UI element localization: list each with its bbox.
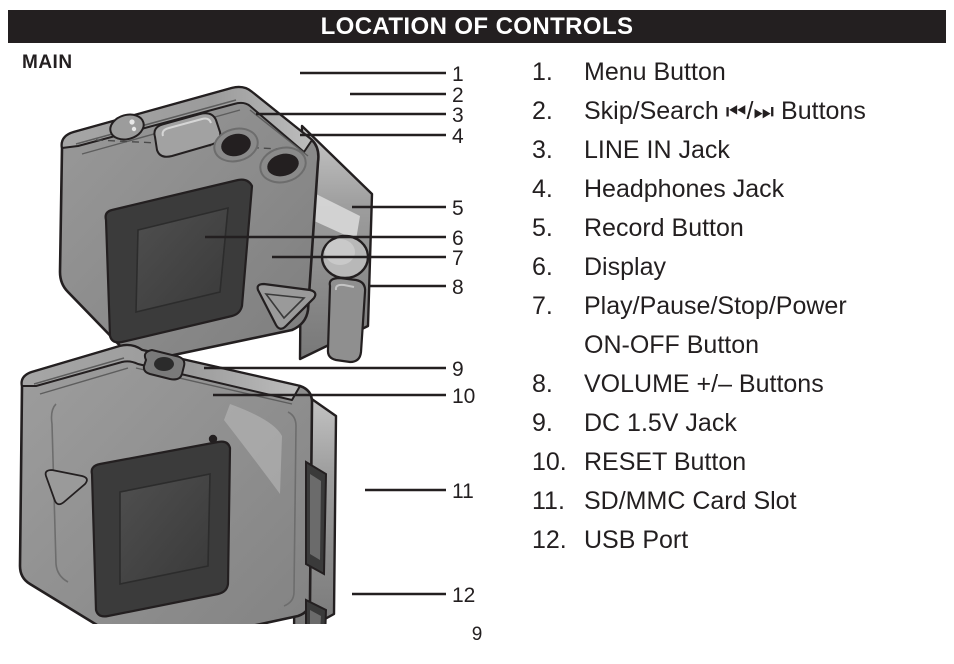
list-item-label: Headphones Jack [584, 175, 785, 203]
callout-number-9: 9 [452, 358, 464, 381]
device-illustration: 1 2 3 4 5 6 7 8 9 10 11 12 [0, 44, 520, 624]
list-item: 11. SD/MMC Card Slot [532, 487, 952, 526]
callout-number-5: 5 [452, 197, 464, 220]
callout-number-7: 7 [452, 247, 464, 270]
skip-search-text-after: Buttons [774, 97, 866, 125]
list-item: 4. Headphones Jack [532, 175, 952, 214]
list-item-label: SD/MMC Card Slot [584, 487, 797, 515]
list-item-label: DC 1.5V Jack [584, 409, 737, 437]
skip-previous-icon: ⏮ [725, 99, 747, 125]
callout-number-12: 12 [452, 584, 476, 607]
list-item-label: Menu Button [584, 58, 726, 86]
list-item-number: 5. [532, 214, 553, 242]
list-item-number: 2. [532, 97, 553, 125]
device-front-view [58, 85, 374, 364]
list-item: 8. VOLUME +/– Buttons [532, 370, 952, 409]
list-item-label-line2: ON-OFF Button [584, 331, 760, 359]
list-item-label: Skip/Search ⏮/⏭ Buttons [584, 97, 866, 126]
list-item-label: USB Port [584, 526, 689, 554]
list-item: 2. Skip/Search ⏮/⏭ Buttons [532, 97, 952, 136]
list-item-number: 4. [532, 175, 553, 203]
controls-list: 1. Menu Button 2. Skip/Search ⏮/⏭ Button… [532, 58, 952, 565]
list-item: 3. LINE IN Jack [532, 136, 952, 175]
callout-number-1: 1 [452, 63, 464, 86]
list-item: 9. DC 1.5V Jack [532, 409, 952, 448]
list-item-number: 11. [532, 487, 565, 515]
callout-number-4: 4 [452, 125, 464, 148]
callout-number-8: 8 [452, 276, 464, 299]
list-item-label: RESET Button [584, 448, 747, 476]
list-item: 10. RESET Button [532, 448, 952, 487]
list-item: 7. Play/Pause/Stop/Power [532, 292, 952, 331]
callout-number-11: 11 [452, 480, 474, 503]
device-rear-view [18, 343, 338, 624]
callout-number-3: 3 [452, 104, 464, 127]
list-item-number: 9. [532, 409, 553, 437]
list-item-label: VOLUME +/– Buttons [584, 370, 824, 398]
list-item-number: 8. [532, 370, 553, 398]
page-title: LOCATION OF CONTROLS [320, 13, 634, 40]
list-item-number: 3. [532, 136, 553, 164]
page-number: 9 [471, 624, 483, 645]
list-item-number: 10. [532, 448, 567, 476]
list-item: 12. USB Port [532, 526, 952, 565]
list-item: 5. Record Button [532, 214, 952, 253]
list-item-number: 1. [532, 58, 553, 86]
list-item-continuation: ON-OFF Button [532, 331, 952, 370]
volume-buttons [326, 276, 367, 364]
list-item: 6. Display [532, 253, 952, 292]
callout-number-10: 10 [452, 385, 476, 408]
list-item: 1. Menu Button [532, 58, 952, 97]
callout-number-6: 6 [452, 227, 464, 250]
list-item-label: Display [584, 253, 666, 281]
skip-search-text-before: Skip/Search [584, 97, 726, 125]
list-item-label: Play/Pause/Stop/Power [584, 292, 847, 320]
callout-number-2: 2 [452, 84, 464, 107]
list-item-number: 12. [532, 526, 567, 554]
header-banner: LOCATION OF CONTROLS [8, 10, 946, 43]
list-item-label: LINE IN Jack [584, 136, 730, 164]
list-item-number: 6. [532, 253, 553, 281]
list-item-number: 7. [532, 292, 553, 320]
skip-next-icon: ⏭ [753, 99, 775, 125]
list-item-label: Record Button [584, 214, 744, 242]
